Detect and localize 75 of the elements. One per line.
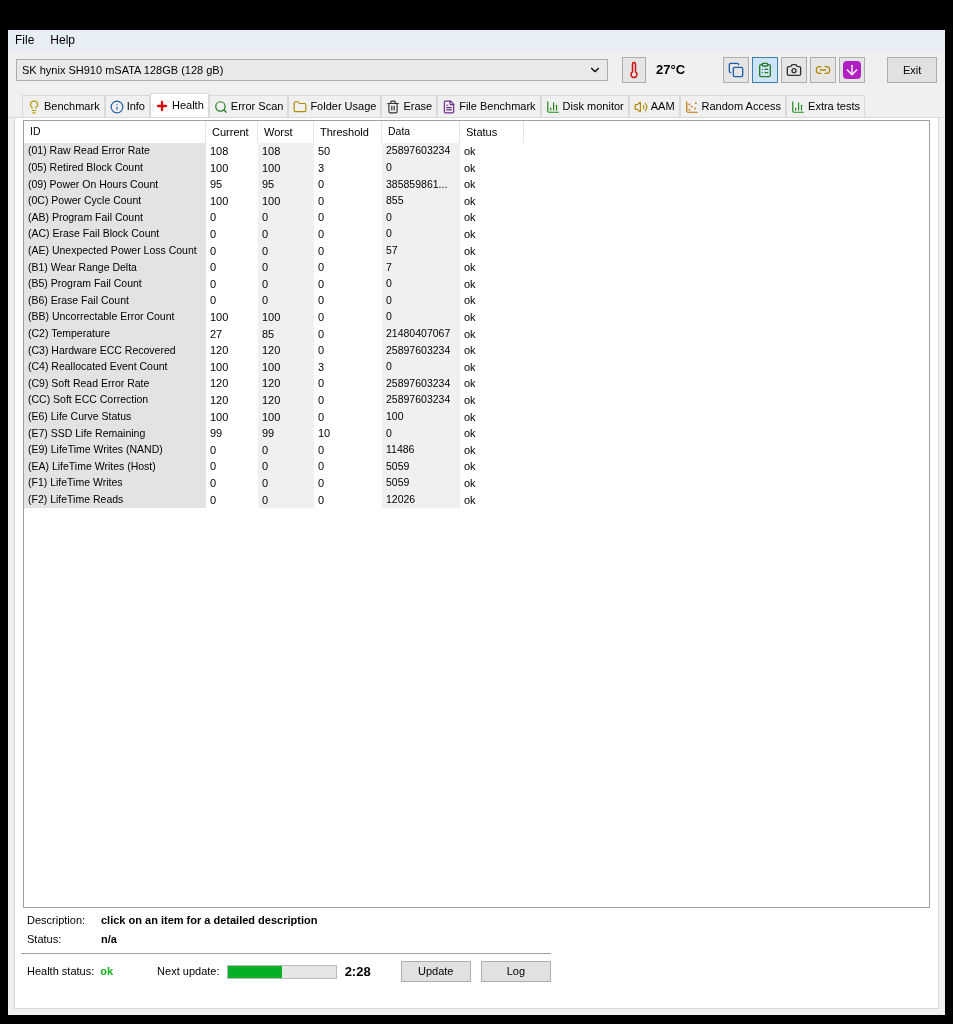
health-status-value: ok xyxy=(100,964,114,980)
table-cell: (B6) Erase Fail Count xyxy=(24,292,206,309)
table-cell: 0 xyxy=(258,209,314,226)
table-cell: 25897603234 xyxy=(382,342,460,359)
health-status-label: Health status: xyxy=(27,964,95,980)
table-cell: 120 xyxy=(258,375,314,392)
tab[interactable]: Info xyxy=(104,95,150,117)
tab[interactable]: Health xyxy=(150,93,209,117)
table-cell: 25897603234 xyxy=(382,143,460,160)
scatter-chart-icon xyxy=(684,99,699,114)
drive-select[interactable]: SK hynix SH910 mSATA 128GB (128 gB) xyxy=(16,59,609,81)
table-cell: 385859861... xyxy=(382,176,460,193)
table-cell: (EA) LifeTime Writes (Host) xyxy=(24,458,206,475)
folder-icon xyxy=(293,99,308,114)
table-cell: 7 xyxy=(382,259,460,276)
table-cell: 0 xyxy=(258,458,314,475)
plus-icon xyxy=(155,98,169,113)
table-cell: 95 xyxy=(258,176,314,193)
update-button[interactable]: Update xyxy=(400,961,471,982)
tab[interactable]: Benchmark xyxy=(22,95,105,117)
bar-chart-icon xyxy=(791,99,806,114)
tab[interactable]: AAM xyxy=(628,95,680,117)
bar-chart-icon xyxy=(545,99,560,114)
table-cell: 0 xyxy=(382,292,460,309)
table-cell: (AB) Program Fail Count xyxy=(24,209,206,226)
tab[interactable]: Error Scan xyxy=(208,95,289,117)
trash-icon xyxy=(386,99,401,114)
tab[interactable]: Random Access xyxy=(679,95,787,117)
toolbar-button[interactable] xyxy=(752,57,779,83)
info-icon xyxy=(109,99,124,114)
lightbulb-icon xyxy=(27,99,41,114)
table-cell: 0 xyxy=(382,209,460,226)
table-cell: 25897603234 xyxy=(382,375,460,392)
menu-item[interactable]: File xyxy=(15,31,35,49)
copy-icon xyxy=(728,62,745,78)
table-cell: (F2) LifeTime Reads xyxy=(24,491,206,509)
table-cell: (B1) Wear Range Delta xyxy=(24,259,206,276)
table-cell: 108 xyxy=(258,143,314,160)
camera-icon xyxy=(786,62,803,78)
file-icon xyxy=(442,99,457,114)
status-value: n/a xyxy=(101,931,117,947)
table-cell: (C3) Hardware ECC Recovered xyxy=(24,342,206,359)
table-cell: (01) Raw Read Error Rate xyxy=(24,143,206,160)
toolbar-button[interactable] xyxy=(781,57,808,83)
tab[interactable]: File Benchmark xyxy=(437,95,541,117)
menu-item[interactable]: Help xyxy=(50,31,76,49)
table-cell: 0 xyxy=(258,292,314,309)
temperature-reading: 27°C xyxy=(656,61,686,80)
exit-button[interactable]: Exit xyxy=(887,57,937,83)
next-update-label: Next update: xyxy=(157,964,220,980)
table-cell: (E7) SSD Life Remaining xyxy=(24,425,206,442)
log-button[interactable]: Log xyxy=(480,961,551,982)
table-cell: 120 xyxy=(258,342,314,359)
table-cell: (09) Power On Hours Count xyxy=(24,176,206,193)
table-cell: 0 xyxy=(382,425,460,442)
clipboard-icon xyxy=(757,62,774,78)
table-cell: 12026 xyxy=(382,491,460,509)
table-cell: 99 xyxy=(258,425,314,442)
tab[interactable]: Extra tests xyxy=(786,95,865,117)
table-cell: 5059 xyxy=(382,458,460,475)
tab[interactable]: Disk monitor xyxy=(540,95,629,117)
thermometer-button[interactable] xyxy=(622,57,647,83)
table-cell: (C9) Soft Read Error Rate xyxy=(24,375,206,392)
search-icon xyxy=(213,99,228,114)
toolbar-button[interactable] xyxy=(839,57,866,83)
table-cell: 0 xyxy=(258,491,314,509)
description-label: Description: xyxy=(27,913,87,928)
table-cell: 0 xyxy=(258,259,314,276)
description-text: click on an item for a detailed description xyxy=(101,913,318,928)
toolbar-button[interactable] xyxy=(723,57,750,83)
countdown-time: 2:28 xyxy=(344,962,371,981)
tab[interactable]: Erase xyxy=(381,95,438,117)
speaker-icon xyxy=(633,99,648,114)
tab[interactable]: Folder Usage xyxy=(288,95,382,117)
status-label: Status: xyxy=(27,931,63,947)
